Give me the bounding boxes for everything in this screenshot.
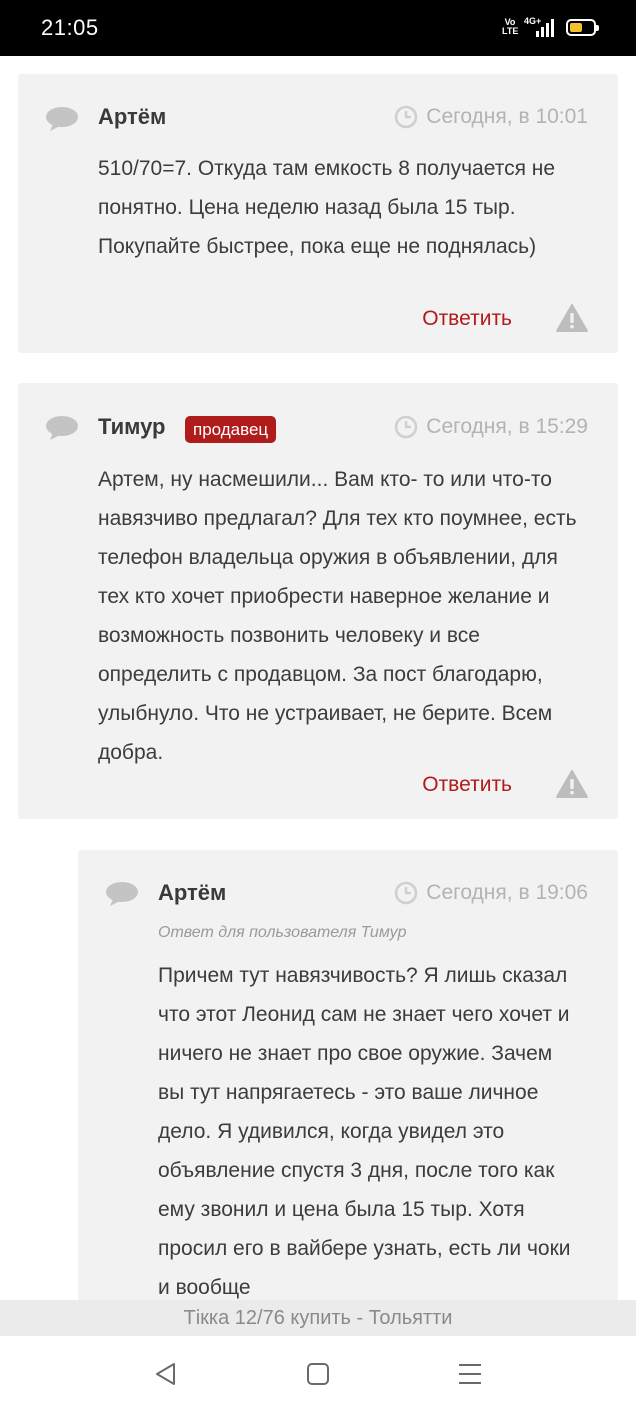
status-bar: 21:05 Vo LTE 4G+ xyxy=(0,0,636,56)
reply-button[interactable]: Ответить xyxy=(422,773,512,797)
comment-text: Причем тут навязчивость? Я лишь сказал ч… xyxy=(158,964,571,1299)
comment-time-text: Сегодня, в 15:29 xyxy=(426,415,588,438)
clock-icon xyxy=(395,881,418,905)
navigation-bar xyxy=(0,1336,636,1414)
warning-icon[interactable] xyxy=(556,303,588,333)
comment-time-text: Сегодня, в 10:01 xyxy=(426,105,588,128)
comment-bubble-icon xyxy=(46,107,78,131)
comment-author[interactable]: Артём xyxy=(158,880,226,906)
back-triangle-icon[interactable] xyxy=(152,1360,180,1388)
status-icons: Vo LTE 4G+ xyxy=(502,16,599,38)
comment-time: Сегодня, в 15:29 xyxy=(394,415,588,439)
comment-bubble-icon xyxy=(106,882,138,906)
battery-icon xyxy=(566,18,599,36)
comment-author[interactable]: Тимур xyxy=(98,414,166,440)
seller-badge: продавец xyxy=(185,416,277,443)
comment-text: Артем, ну насмешили... Вам кто- то или ч… xyxy=(98,468,577,764)
status-time: 21:05 xyxy=(41,15,99,40)
battery-level xyxy=(570,22,582,32)
home-square-icon[interactable] xyxy=(304,1360,332,1388)
volte-icon: Vo LTE xyxy=(502,18,518,36)
signal-icon: 4G+ xyxy=(524,16,554,38)
comment-reply-card: Артём Сегодня, в 19:06 Ответ для пользов… xyxy=(78,850,618,1310)
comment-author[interactable]: Артём xyxy=(98,104,166,130)
comment-time: Сегодня, в 19:06 xyxy=(394,881,588,905)
page-title-bar[interactable]: Tікка 12/76 купить - Тольятти xyxy=(0,1300,636,1336)
menu-lines-icon[interactable] xyxy=(456,1360,484,1388)
reply-to-label[interactable]: Ответ для пользователя Тимур xyxy=(158,924,407,942)
volte-bottom-label: LTE xyxy=(502,26,519,36)
comment-text: 510/70=7. Откуда там емкость 8 получаетс… xyxy=(98,157,556,258)
comment-card: Тимур продавец Сегодня, в 15:29 Артем, н… xyxy=(18,383,618,819)
clock-icon xyxy=(395,415,418,439)
comment-bubble-icon xyxy=(46,416,78,440)
warning-icon[interactable] xyxy=(556,769,588,799)
clock-icon xyxy=(395,105,418,129)
comment-card: Артём Сегодня, в 10:01 510/70=7. Откуда … xyxy=(18,74,618,353)
reply-button[interactable]: Ответить xyxy=(422,307,512,331)
page-title: Tікка 12/76 купить - Тольятти xyxy=(183,1307,453,1329)
comment-time-text: Сегодня, в 19:06 xyxy=(426,881,588,904)
comment-time: Сегодня, в 10:01 xyxy=(394,105,588,129)
